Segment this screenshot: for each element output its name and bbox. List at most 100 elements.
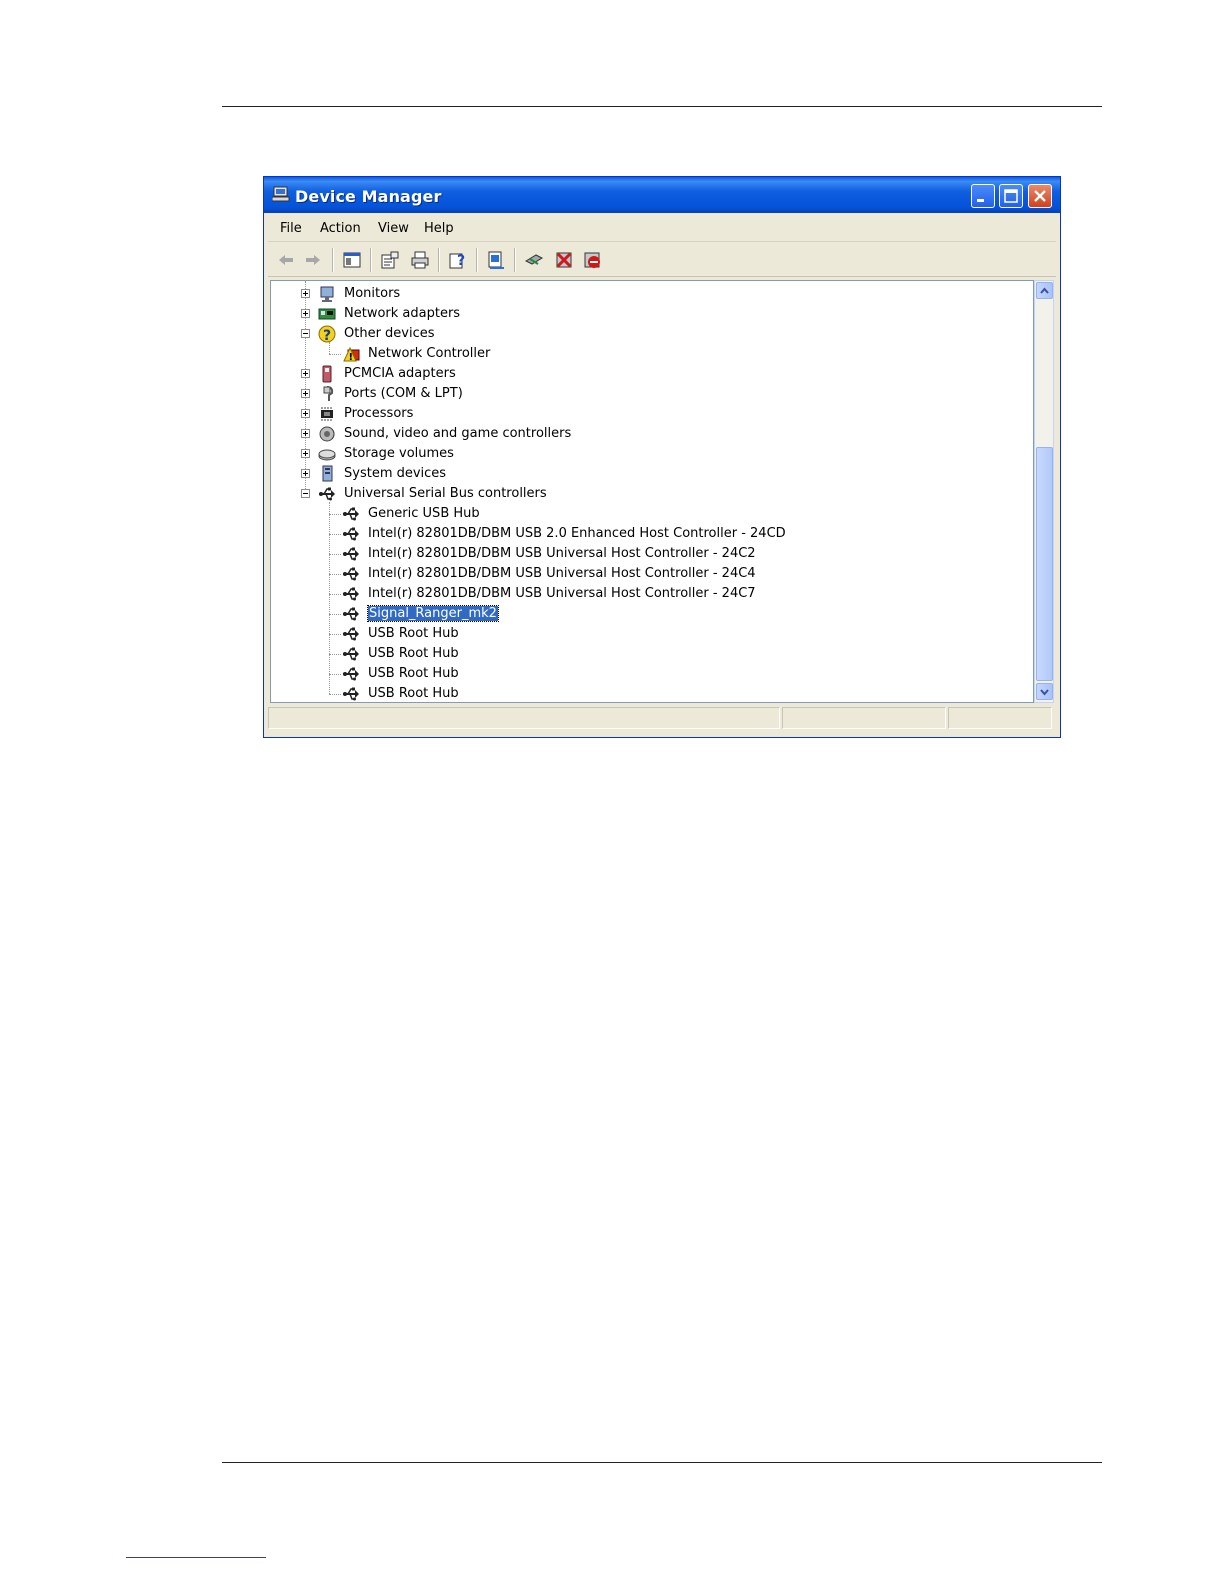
tree-guide-line — [329, 342, 330, 354]
title-bar[interactable]: Device Manager — [264, 177, 1060, 213]
show-hide-tree-icon[interactable] — [342, 250, 362, 270]
device-manager-window: Device Manager File Action View Help ? M… — [263, 176, 1061, 738]
usb-icon — [343, 607, 359, 621]
tree-leaf-row[interactable]: Intel(r) 82801DB/DBM USB Universal Host … — [271, 564, 1033, 584]
back-icon[interactable] — [276, 250, 296, 270]
tree-item-label: Intel(r) 82801DB/DBM USB Universal Host … — [368, 566, 756, 581]
tree-leaf-row[interactable]: ! Network Controller — [271, 344, 1033, 364]
page-footer-rule — [222, 1462, 1102, 1463]
tree-connector — [329, 514, 341, 515]
svg-text:?: ? — [457, 253, 465, 269]
tree-leaf-row[interactable]: Intel(r) 82801DB/DBM USB Universal Host … — [271, 544, 1033, 564]
tree-category-row[interactable]: Sound, video and game controllers — [271, 424, 1033, 444]
usb-icon — [343, 647, 359, 661]
tree-leaf-row[interactable]: Signal_Ranger_mk2 — [271, 604, 1033, 624]
expand-icon[interactable] — [301, 389, 310, 398]
expand-icon[interactable] — [301, 449, 310, 458]
tree-item-label: Intel(r) 82801DB/DBM USB 2.0 Enhanced Ho… — [368, 526, 786, 541]
tree-leaf-row[interactable]: USB Root Hub — [271, 644, 1033, 664]
menu-action[interactable]: Action — [320, 221, 361, 236]
properties-icon[interactable] — [380, 250, 400, 270]
expand-icon[interactable] — [301, 309, 310, 318]
tree-item-label: Other devices — [344, 326, 435, 341]
forward-icon[interactable] — [303, 250, 323, 270]
computer-icon — [272, 186, 290, 202]
tree-item-label: USB Root Hub — [368, 646, 459, 661]
port-icon — [323, 386, 334, 401]
collapse-icon[interactable] — [301, 489, 310, 498]
tree-category-row[interactable]: ? Other devices — [271, 324, 1033, 344]
system-icon — [322, 465, 333, 482]
menu-view[interactable]: View — [378, 221, 409, 236]
expand-icon[interactable] — [301, 369, 310, 378]
scan-hardware-icon[interactable] — [524, 250, 544, 270]
update-driver-icon[interactable] — [486, 250, 506, 270]
pcmcia-icon — [322, 365, 332, 383]
tree-connector — [329, 534, 341, 535]
tree-category-row[interactable]: Ports (COM & LPT) — [271, 384, 1033, 404]
tree-item-label: Universal Serial Bus controllers — [344, 486, 547, 501]
tree-guide-line — [329, 502, 330, 694]
device-tree[interactable]: Monitors Network adapters? Other devices! N… — [270, 280, 1034, 703]
tree-leaf-row[interactable]: USB Root Hub — [271, 624, 1033, 644]
tree-item-label: Network Controller — [368, 346, 491, 361]
tree-category-row[interactable]: PCMCIA adapters — [271, 364, 1033, 384]
expand-icon[interactable] — [301, 429, 310, 438]
tree-item-label: Ports (COM & LPT) — [344, 386, 463, 401]
menu-help[interactable]: Help — [424, 221, 454, 236]
tree-category-row[interactable]: Monitors — [271, 284, 1033, 304]
tree-connector — [329, 694, 341, 695]
expand-icon[interactable] — [301, 289, 310, 298]
collapse-icon[interactable] — [301, 329, 310, 338]
expand-icon[interactable] — [301, 409, 310, 418]
sound-icon — [319, 426, 335, 442]
usb-icon — [343, 527, 359, 541]
close-button[interactable] — [1028, 184, 1052, 208]
disable-icon[interactable] — [582, 250, 602, 270]
warning-device-icon: ! — [343, 346, 360, 363]
status-bar — [268, 707, 1056, 733]
monitor-icon — [320, 286, 334, 302]
minimize-icon — [977, 199, 984, 202]
tree-connector — [329, 634, 341, 635]
maximize-button[interactable] — [999, 184, 1023, 208]
minimize-button[interactable] — [971, 184, 995, 208]
tree-connector — [329, 554, 341, 555]
usb-icon — [343, 627, 359, 641]
scroll-thumb[interactable] — [1036, 447, 1053, 681]
chevron-down-icon — [1040, 689, 1049, 696]
menu-file[interactable]: File — [280, 221, 302, 236]
usb-icon — [343, 667, 359, 681]
expand-icon[interactable] — [301, 469, 310, 478]
tree-item-label: USB Root Hub — [368, 666, 459, 681]
tree-item-label: Monitors — [344, 286, 401, 301]
tree-connector — [329, 594, 341, 595]
tree-leaf-row[interactable]: Intel(r) 82801DB/DBM USB 2.0 Enhanced Ho… — [271, 524, 1033, 544]
tree-category-row[interactable]: System devices — [271, 464, 1033, 484]
tree-item-label: Storage volumes — [344, 446, 454, 461]
tree-category-row[interactable]: Universal Serial Bus controllers — [271, 484, 1033, 504]
vertical-scrollbar[interactable] — [1034, 280, 1054, 703]
tree-leaf-row[interactable]: USB Root Hub — [271, 664, 1033, 684]
selected-device-label: Signal_Ranger_mk2 — [367, 605, 499, 622]
scroll-up-button[interactable] — [1036, 282, 1053, 299]
tree-leaf-row[interactable]: Generic USB Hub — [271, 504, 1033, 524]
svg-text:?: ? — [323, 328, 331, 343]
footer-link-underline — [126, 1557, 266, 1558]
tree-item-label: Intel(r) 82801DB/DBM USB Universal Host … — [368, 546, 756, 561]
storage-icon — [318, 449, 336, 461]
tree-leaf-row[interactable]: Intel(r) 82801DB/DBM USB Universal Host … — [271, 584, 1033, 604]
tree-leaf-row[interactable]: USB Root Hub — [271, 684, 1033, 702]
usb-icon — [343, 507, 359, 521]
close-icon — [1034, 190, 1046, 202]
tree-item-label: System devices — [344, 466, 447, 481]
tree-category-row[interactable]: Network adapters — [271, 304, 1033, 324]
tree-category-row[interactable]: Processors — [271, 404, 1033, 424]
uninstall-icon[interactable] — [554, 250, 574, 270]
print-icon[interactable] — [410, 250, 430, 270]
help-icon[interactable]: ? — [448, 250, 468, 270]
usb-icon — [343, 567, 359, 581]
tree-category-row[interactable]: Storage volumes — [271, 444, 1033, 464]
processor-icon — [321, 407, 333, 421]
scroll-down-button[interactable] — [1036, 683, 1053, 700]
